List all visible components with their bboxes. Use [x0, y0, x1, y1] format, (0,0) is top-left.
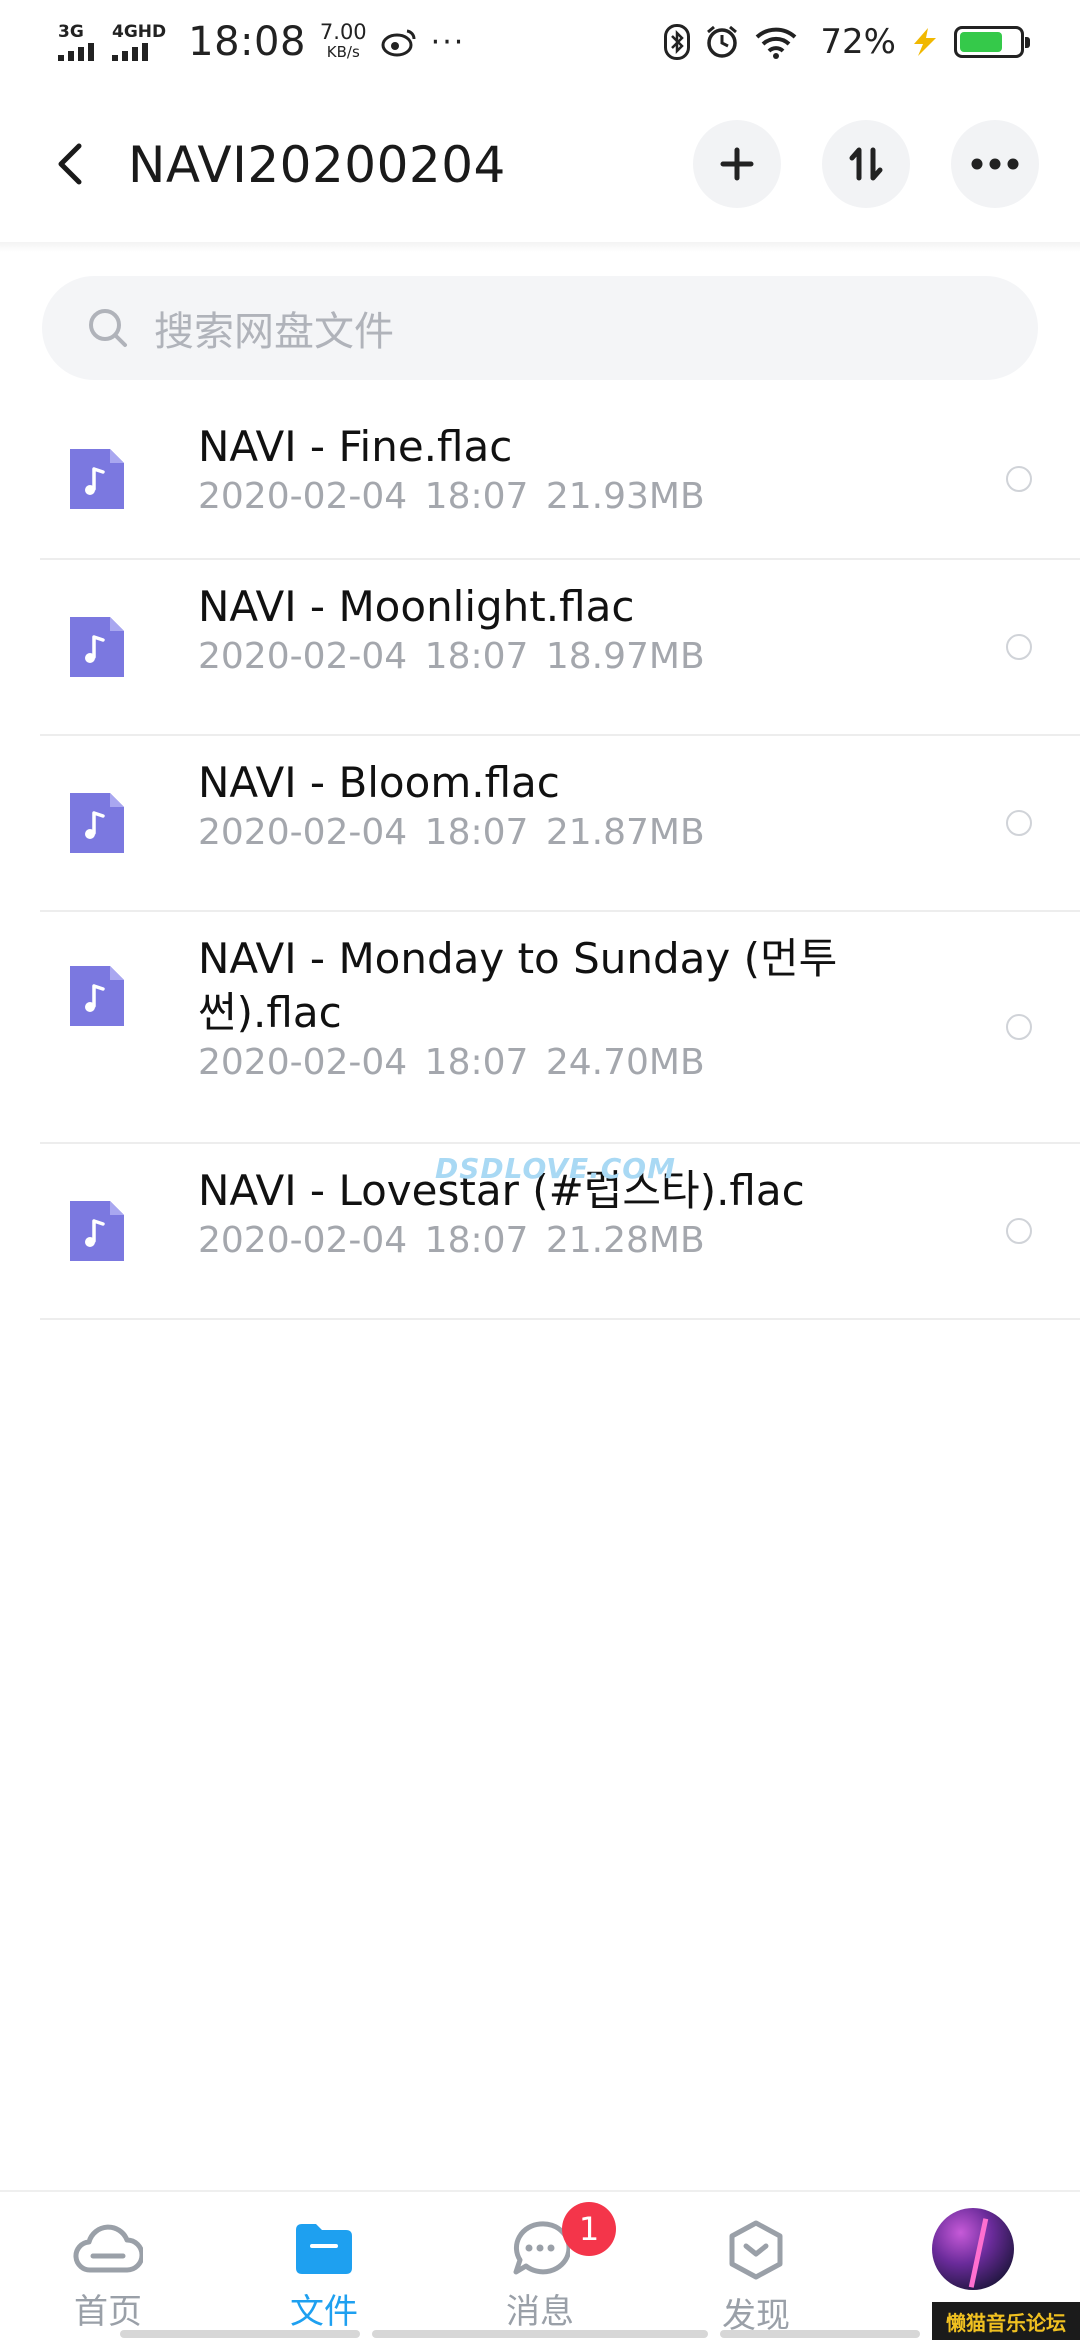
file-date: 2020-02-04 [198, 476, 408, 517]
file-date: 2020-02-04 [198, 636, 408, 677]
select-checkbox[interactable] [1006, 634, 1032, 660]
network-speed-value: 7.00 [319, 20, 367, 44]
home-indicator [372, 2330, 708, 2338]
file-name: NAVI - Bloom.flac [198, 758, 560, 807]
battery-icon [954, 26, 1030, 58]
file-size: 21.87MB [545, 812, 705, 853]
nav-messages-label: 消息 [506, 2292, 574, 2332]
discover-hexagon-icon [729, 2220, 783, 2280]
charging-icon [908, 26, 940, 58]
alarm-icon [704, 24, 740, 60]
more-notifications: ··· [430, 24, 466, 60]
signal-3g-label: 3G [58, 22, 84, 42]
file-date: 2020-02-04 [198, 1042, 408, 1083]
network-speed-unit: KB/s [326, 43, 360, 61]
more-options-button[interactable] [951, 120, 1039, 208]
search-input[interactable]: 搜索网盘文件 [42, 276, 1038, 380]
audio-file-icon [70, 793, 124, 853]
file-name: NAVI - Fine.flac [198, 422, 513, 471]
battery-fill [960, 32, 1002, 52]
signal-bars-icon [112, 41, 148, 61]
file-row[interactable]: NAVI - Bloom.flac 2020-02-04 18:07 21.87… [40, 736, 1080, 912]
file-size: 21.93MB [545, 476, 705, 517]
audio-file-icon [70, 1201, 124, 1261]
audio-file-icon [70, 449, 124, 509]
file-name: NAVI - Moonlight.flac [198, 582, 635, 631]
file-row[interactable]: NAVI - Moonlight.flac 2020-02-04 18:07 1… [40, 560, 1080, 736]
file-meta: 2020-02-04 18:07 18.97MB [198, 636, 705, 677]
file-date: 2020-02-04 [198, 812, 408, 853]
status-bar-left: 3G 4GHD 18:08 7.00 KB/s ··· [58, 19, 479, 65]
file-time: 18:07 [424, 812, 529, 853]
file-date: 2020-02-04 [198, 1220, 408, 1261]
network-speed: 7.00 KB/s [320, 22, 367, 62]
search-icon [89, 309, 127, 347]
plus-icon [720, 147, 754, 181]
battery-percent: 72% [820, 22, 896, 62]
file-meta: 2020-02-04 18:07 24.70MB [198, 1042, 705, 1083]
search-placeholder: 搜索网盘文件 [154, 309, 394, 355]
file-meta: 2020-02-04 18:07 21.87MB [198, 812, 705, 853]
add-button[interactable] [693, 120, 781, 208]
file-size: 24.70MB [545, 1042, 705, 1083]
chat-bubble-icon [513, 2221, 570, 2275]
signal-4g-label: 4GHD [112, 22, 167, 42]
watermark: DSDLOVE.COM [435, 1152, 676, 1185]
nav-discover[interactable]: 发现 [686, 2220, 826, 2337]
clock: 18:08 [188, 19, 306, 65]
file-meta: 2020-02-04 18:07 21.93MB [198, 476, 705, 517]
file-time: 18:07 [424, 476, 529, 517]
signal-bars-icon [58, 41, 94, 61]
status-bar-right: 72% [664, 22, 1030, 62]
audio-file-icon [70, 966, 124, 1026]
select-checkbox[interactable] [1006, 1218, 1032, 1244]
file-row[interactable]: NAVI - Monday to Sunday (먼투썬).flac 2020-… [40, 912, 1080, 1144]
nav-files-label: 文件 [290, 2292, 358, 2332]
select-checkbox[interactable] [1006, 466, 1032, 492]
audio-file-icon [70, 617, 124, 677]
home-indicator [720, 2330, 920, 2338]
avatar[interactable] [932, 2208, 1014, 2290]
message-badge: 1 [562, 2202, 616, 2256]
file-size: 21.28MB [545, 1220, 705, 1261]
more-horizontal-icon [971, 158, 1019, 170]
select-checkbox[interactable] [1006, 1014, 1032, 1040]
bluetooth-icon [664, 24, 691, 60]
signal-4g: 4GHD [112, 23, 166, 61]
file-name: NAVI - Monday to Sunday (먼투썬).flac [198, 934, 838, 1037]
file-time: 18:07 [424, 1042, 529, 1083]
header-divider [0, 242, 1080, 252]
file-row[interactable]: NAVI - Fine.flac 2020-02-04 18:07 21.93M… [40, 400, 1080, 560]
signal-3g: 3G [58, 23, 94, 61]
sort-icon [849, 147, 883, 181]
file-size: 18.97MB [545, 636, 705, 677]
folder-icon [296, 2224, 352, 2274]
home-indicator [120, 2330, 360, 2338]
select-checkbox[interactable] [1006, 810, 1032, 836]
status-bar: 3G 4GHD 18:08 7.00 KB/s ··· 72% [0, 0, 1080, 84]
chevron-left-icon [58, 143, 82, 185]
sort-button[interactable] [822, 120, 910, 208]
nav-files[interactable]: 文件 [254, 2220, 394, 2333]
bottom-nav: 首页 文件 消息 发现 [0, 2190, 1080, 2340]
file-time: 18:07 [424, 636, 529, 677]
nav-home[interactable]: 首页 [38, 2220, 178, 2333]
back-button[interactable] [40, 134, 100, 194]
page-title: NAVI20200204 [128, 136, 506, 194]
nav-home-label: 首页 [74, 2292, 142, 2332]
file-time: 18:07 [424, 1220, 529, 1261]
wifi-icon [754, 25, 798, 59]
header-bar: NAVI20200204 [0, 110, 1080, 220]
file-meta: 2020-02-04 18:07 21.28MB [198, 1220, 705, 1261]
cloud-icon [73, 2224, 143, 2273]
forum-logo: 懒猫音乐论坛 [932, 2302, 1080, 2340]
weibo-icon [381, 27, 417, 57]
